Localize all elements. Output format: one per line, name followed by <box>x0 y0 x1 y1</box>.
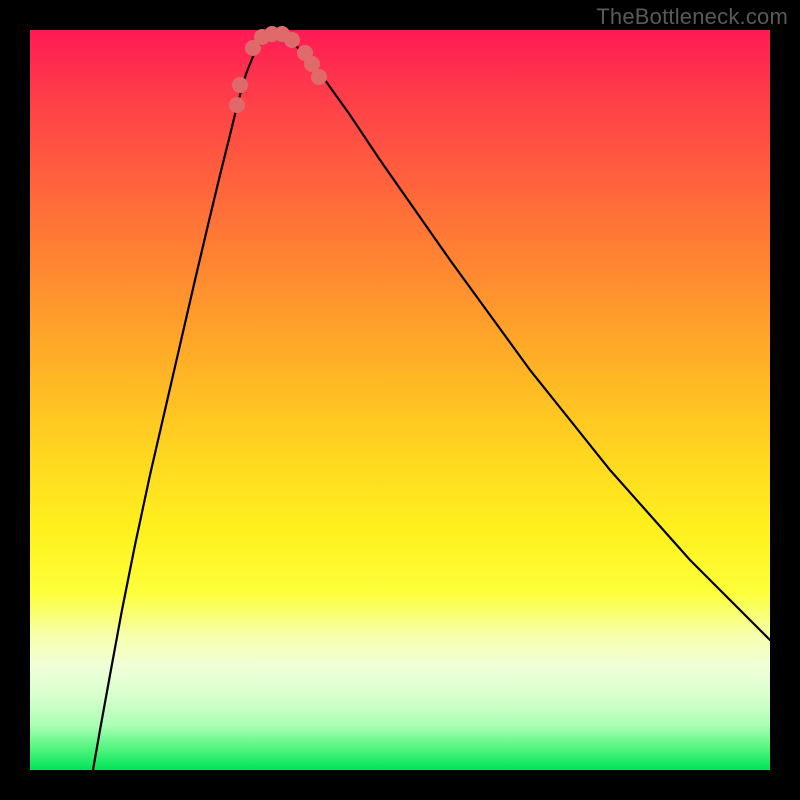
highlight-dot <box>284 32 300 48</box>
plot-area <box>30 30 770 770</box>
highlight-dot <box>229 97 245 113</box>
watermark-text: TheBottleneck.com <box>596 4 788 30</box>
bottleneck-curve <box>93 33 770 770</box>
chart-frame: TheBottleneck.com <box>0 0 800 800</box>
marker-group <box>229 26 327 113</box>
chart-svg <box>30 30 770 770</box>
highlight-dot <box>311 69 327 85</box>
highlight-dot <box>232 77 248 93</box>
